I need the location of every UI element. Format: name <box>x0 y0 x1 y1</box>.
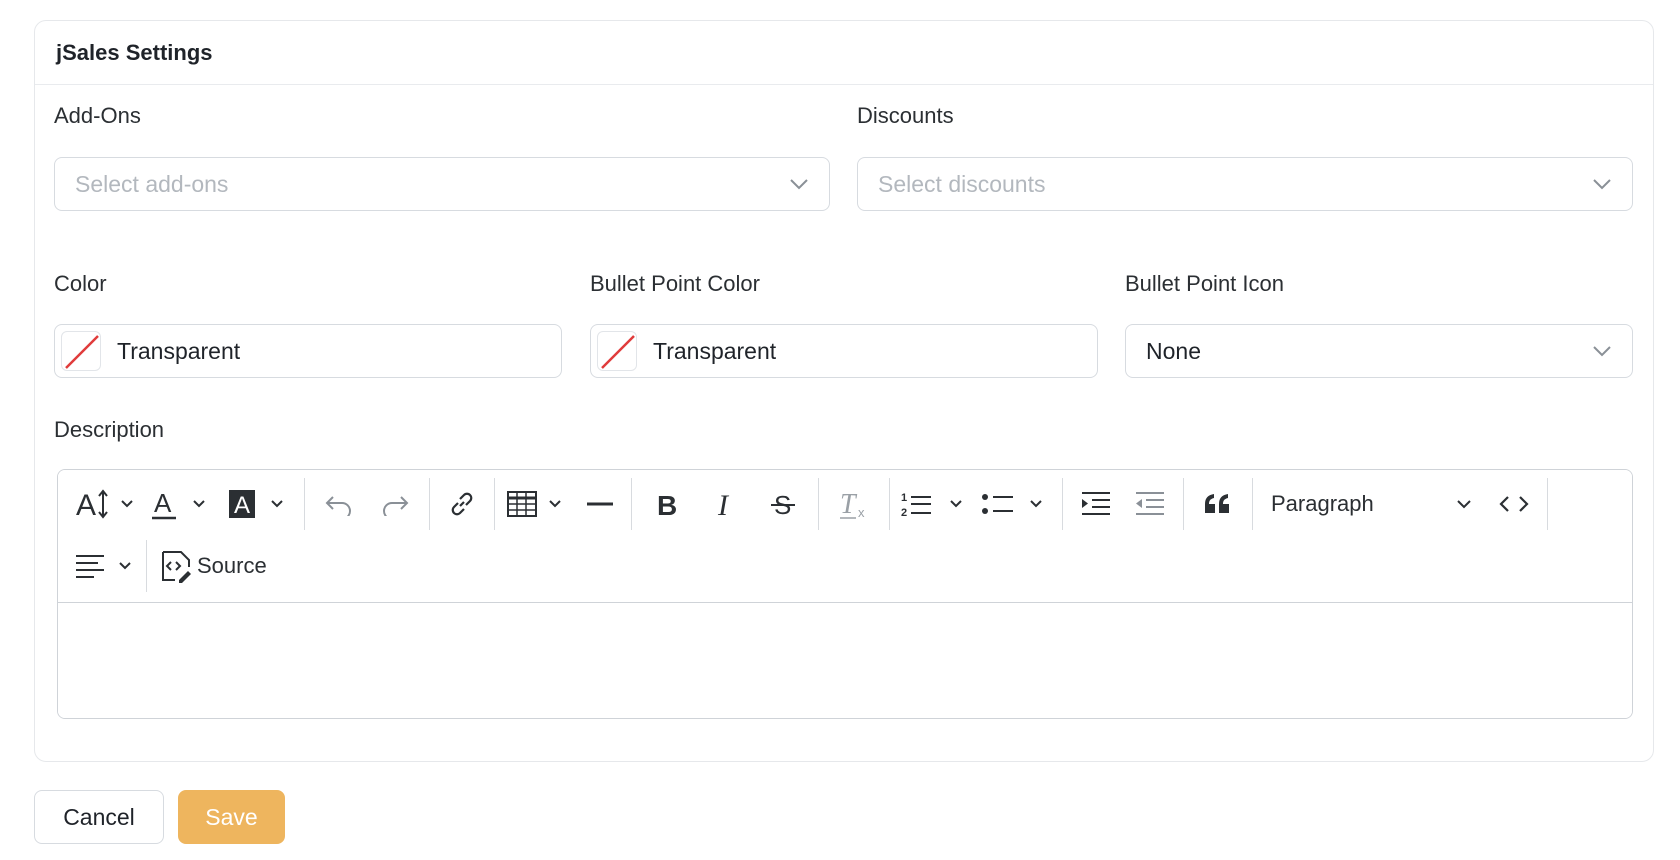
source-label: Source <box>197 553 267 578</box>
addons-placeholder: Select add-ons <box>75 170 229 197</box>
block-quote-icon <box>1205 494 1229 513</box>
bullet-color-label: Bullet Point Color <box>590 271 760 296</box>
rich-text-editor: A A A B I S T x 1 2 Paragraph Source <box>57 469 1633 719</box>
code-icon <box>1499 496 1529 512</box>
toolbar-separator <box>146 540 147 592</box>
save-button[interactable]: Save <box>178 790 285 844</box>
svg-text:x: x <box>858 505 865 519</box>
code-button[interactable] <box>1487 480 1541 528</box>
color-picker[interactable]: Transparent <box>54 324 562 378</box>
font-background-color-icon: A <box>229 490 283 519</box>
italic-button[interactable]: I <box>696 480 754 528</box>
bullet-color-picker[interactable]: Transparent <box>590 324 1098 378</box>
link-icon <box>451 492 473 516</box>
indent-icon <box>1082 492 1110 515</box>
card-title: jSales Settings <box>35 21 1653 85</box>
toolbar-separator <box>1062 478 1063 530</box>
heading-dropdown[interactable]: Paragraph <box>1259 480 1487 528</box>
font-color-icon: A <box>152 488 205 520</box>
chevron-down-icon <box>1593 346 1611 357</box>
outdent-icon <box>1136 492 1164 515</box>
block-quote-button[interactable] <box>1190 480 1246 528</box>
svg-text:I: I <box>717 489 730 519</box>
source-icon <box>162 551 191 583</box>
paragraph-label: Paragraph <box>1271 491 1374 516</box>
discounts-label: Discounts <box>857 103 954 128</box>
numbered-list-button[interactable]: 1 2 <box>896 480 976 528</box>
svg-text:T: T <box>840 489 858 519</box>
indent-button[interactable] <box>1069 480 1123 528</box>
align-icon <box>76 555 131 578</box>
bullet-icon-select[interactable]: None <box>1125 324 1633 378</box>
undo-icon <box>325 496 351 516</box>
toolbar-separator <box>889 478 890 530</box>
bullet-color-value: Transparent <box>653 337 777 364</box>
toolbar-row-1: A A A B I S T x 1 2 Paragraph <box>72 476 1554 532</box>
toolbar-separator <box>631 478 632 530</box>
editor-content-area[interactable] <box>58 603 1632 718</box>
font-size-button[interactable]: A <box>72 480 142 528</box>
editor-toolbar: A A A B I S T x 1 2 Paragraph Source <box>58 470 1632 603</box>
toolbar-separator <box>304 478 305 530</box>
numbered-list-icon: 1 2 <box>901 492 962 519</box>
undo-button[interactable] <box>311 480 367 528</box>
toolbar-row-2: Source <box>72 538 275 594</box>
bullet-icon-value: None <box>1146 337 1201 364</box>
toolbar-separator <box>429 478 430 530</box>
insert-table-button[interactable] <box>501 480 575 528</box>
toolbar-separator <box>494 478 495 530</box>
settings-card: jSales Settings Add-Ons Select add-ons D… <box>34 20 1654 762</box>
discounts-select[interactable]: Select discounts <box>857 157 1633 211</box>
font-background-color-button[interactable]: A <box>222 480 298 528</box>
source-button[interactable]: Source <box>153 542 275 590</box>
svg-text:2: 2 <box>901 507 907 519</box>
svg-text:A: A <box>154 488 172 518</box>
horizontal-line-button[interactable] <box>575 480 625 528</box>
toolbar-separator <box>1547 478 1548 530</box>
chevron-down-icon <box>790 179 808 190</box>
addons-select[interactable]: Select add-ons <box>54 157 830 211</box>
transparent-swatch-icon[interactable] <box>597 331 637 371</box>
link-button[interactable] <box>436 480 488 528</box>
strikethrough-button[interactable]: S <box>754 480 812 528</box>
italic-icon: I <box>717 489 730 519</box>
outdent-button[interactable] <box>1123 480 1177 528</box>
table-icon <box>507 491 561 517</box>
toolbar-separator <box>1183 478 1184 530</box>
strikethrough-icon: S <box>771 490 795 519</box>
bold-button[interactable]: B <box>638 480 696 528</box>
description-label: Description <box>54 417 165 442</box>
color-label: Color <box>54 271 107 296</box>
font-size-icon: A <box>76 489 133 522</box>
remove-format-icon: T x <box>840 489 865 519</box>
color-value: Transparent <box>117 337 241 364</box>
toolbar-separator <box>818 478 819 530</box>
chevron-down-icon <box>1457 500 1471 509</box>
font-color-button[interactable]: A <box>142 480 222 528</box>
bold-icon: B <box>657 490 677 519</box>
bullet-icon-label: Bullet Point Icon <box>1125 271 1284 296</box>
svg-text:A: A <box>234 492 250 519</box>
remove-format-button[interactable]: T x <box>825 480 883 528</box>
chevron-down-icon <box>1593 179 1611 190</box>
redo-button[interactable] <box>367 480 423 528</box>
redo-icon <box>383 496 409 516</box>
alignment-button[interactable] <box>72 542 140 590</box>
svg-text:B: B <box>657 490 677 519</box>
horizontal-line-icon <box>587 502 613 506</box>
svg-text:1: 1 <box>901 492 907 504</box>
toolbar-separator <box>1252 478 1253 530</box>
discounts-placeholder: Select discounts <box>878 170 1046 197</box>
transparent-swatch-icon[interactable] <box>61 331 101 371</box>
bulleted-list-icon <box>982 494 1042 514</box>
cancel-button[interactable]: Cancel <box>34 790 164 844</box>
bulleted-list-button[interactable] <box>976 480 1056 528</box>
addons-label: Add-Ons <box>54 103 141 128</box>
svg-text:A: A <box>76 489 96 522</box>
